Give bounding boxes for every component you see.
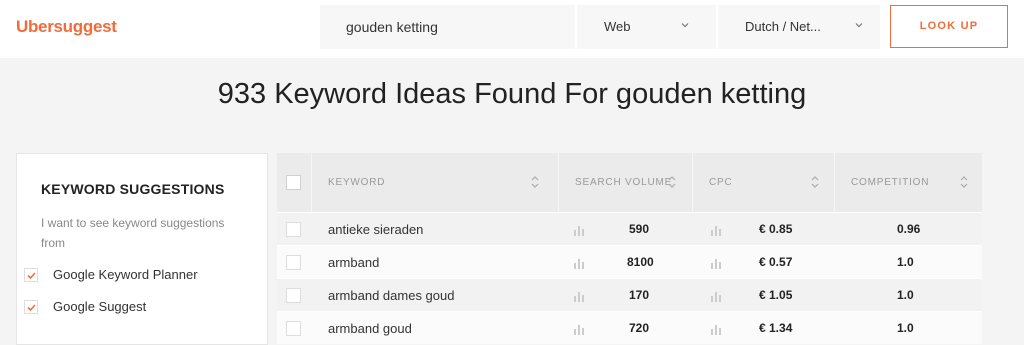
sort-icon: [811, 176, 819, 188]
top-bar: Ubersuggest Web Dutch / Net... LOOK UP: [0, 0, 1024, 58]
checkmark-icon: [27, 272, 36, 280]
bar-chart-icon: [711, 292, 721, 302]
language-select-value: Dutch / Net...: [745, 19, 821, 34]
logo[interactable]: Ubersuggest: [16, 17, 117, 37]
search-volume-cell: 8100: [627, 255, 654, 269]
keyword-table: KEYWORD SEARCH VOLUME CPC COMPETITION an…: [277, 153, 982, 345]
bar-chart-icon: [711, 226, 721, 236]
sort-icon: [668, 176, 676, 188]
row-checkbox[interactable]: [286, 288, 301, 303]
cpc-cell: € 0.85: [759, 222, 793, 236]
bar-chart-icon: [574, 292, 584, 302]
source-select-value: Web: [604, 19, 631, 34]
column-label: CPC: [709, 177, 733, 188]
search-volume-cell: 170: [628, 288, 649, 302]
chevron-down-icon: [855, 23, 863, 28]
competition-cell: 0.96: [897, 222, 921, 236]
panel-description: I want to see keyword suggestions from: [41, 216, 225, 250]
page-title: 933 Keyword Ideas Found For gouden ketti…: [217, 78, 807, 110]
column-keyword[interactable]: KEYWORD: [311, 153, 558, 212]
table-row[interactable]: armband goud 720 € 1.34 1.0: [277, 311, 982, 344]
competition-cell: 1.0: [897, 288, 914, 302]
column-competition[interactable]: COMPETITION: [834, 153, 982, 212]
search-volume-cell: 720: [628, 321, 649, 335]
competition-cell: 1.0: [897, 255, 914, 269]
checkbox[interactable]: [24, 300, 38, 314]
keyword-suggestions-panel: KEYWORD SUGGESTIONS I want to see keywor…: [16, 153, 268, 345]
checkbox[interactable]: [24, 268, 38, 282]
row-checkbox[interactable]: [286, 255, 301, 270]
table-row[interactable]: armband 8100 € 0.57 1.0: [277, 245, 982, 278]
keyword-cell: armband dames goud: [328, 288, 455, 303]
panel-title: KEYWORD SUGGESTIONS: [41, 181, 225, 197]
bar-chart-icon: [574, 226, 584, 236]
language-select[interactable]: Dutch / Net...: [716, 5, 880, 49]
keyword-search-input[interactable]: [320, 5, 575, 49]
column-cpc[interactable]: CPC: [692, 153, 834, 212]
keyword-cell: armband: [328, 255, 380, 270]
option-label: Google Keyword Planner: [53, 267, 198, 282]
column-label: KEYWORD: [328, 177, 386, 188]
column-search-volume[interactable]: SEARCH VOLUME: [558, 153, 692, 212]
search-volume-cell: 590: [628, 222, 649, 236]
column-label: COMPETITION: [851, 177, 930, 188]
sort-icon: [531, 176, 539, 188]
table-header: KEYWORD SEARCH VOLUME CPC COMPETITION: [277, 153, 982, 212]
keyword-cell: armband goud: [328, 321, 412, 336]
table-row[interactable]: armband dames goud 170 € 1.05 1.0: [277, 278, 982, 311]
cpc-cell: € 0.57: [759, 255, 793, 269]
bar-chart-icon: [711, 325, 721, 335]
column-label: SEARCH VOLUME: [575, 177, 673, 188]
keyword-cell: antieke sieraden: [328, 222, 424, 237]
row-checkbox[interactable]: [286, 321, 301, 336]
search-bar: Web Dutch / Net...: [320, 5, 880, 49]
select-all-checkbox[interactable]: [286, 175, 301, 190]
competition-cell: 1.0: [897, 321, 914, 335]
bar-chart-icon: [711, 259, 721, 269]
chevron-down-icon: [681, 23, 689, 28]
row-checkbox[interactable]: [286, 222, 301, 237]
cpc-cell: € 1.34: [759, 321, 793, 335]
look-up-button[interactable]: LOOK UP: [890, 5, 1008, 48]
cpc-cell: € 1.05: [759, 288, 793, 302]
table-row[interactable]: antieke sieraden 590 € 0.85 0.96: [277, 212, 982, 245]
sort-icon: [960, 176, 968, 188]
bar-chart-icon: [574, 259, 584, 269]
checkmark-icon: [27, 304, 36, 312]
bar-chart-icon: [574, 325, 584, 335]
option-label: Google Suggest: [53, 299, 147, 314]
source-select[interactable]: Web: [575, 5, 716, 49]
